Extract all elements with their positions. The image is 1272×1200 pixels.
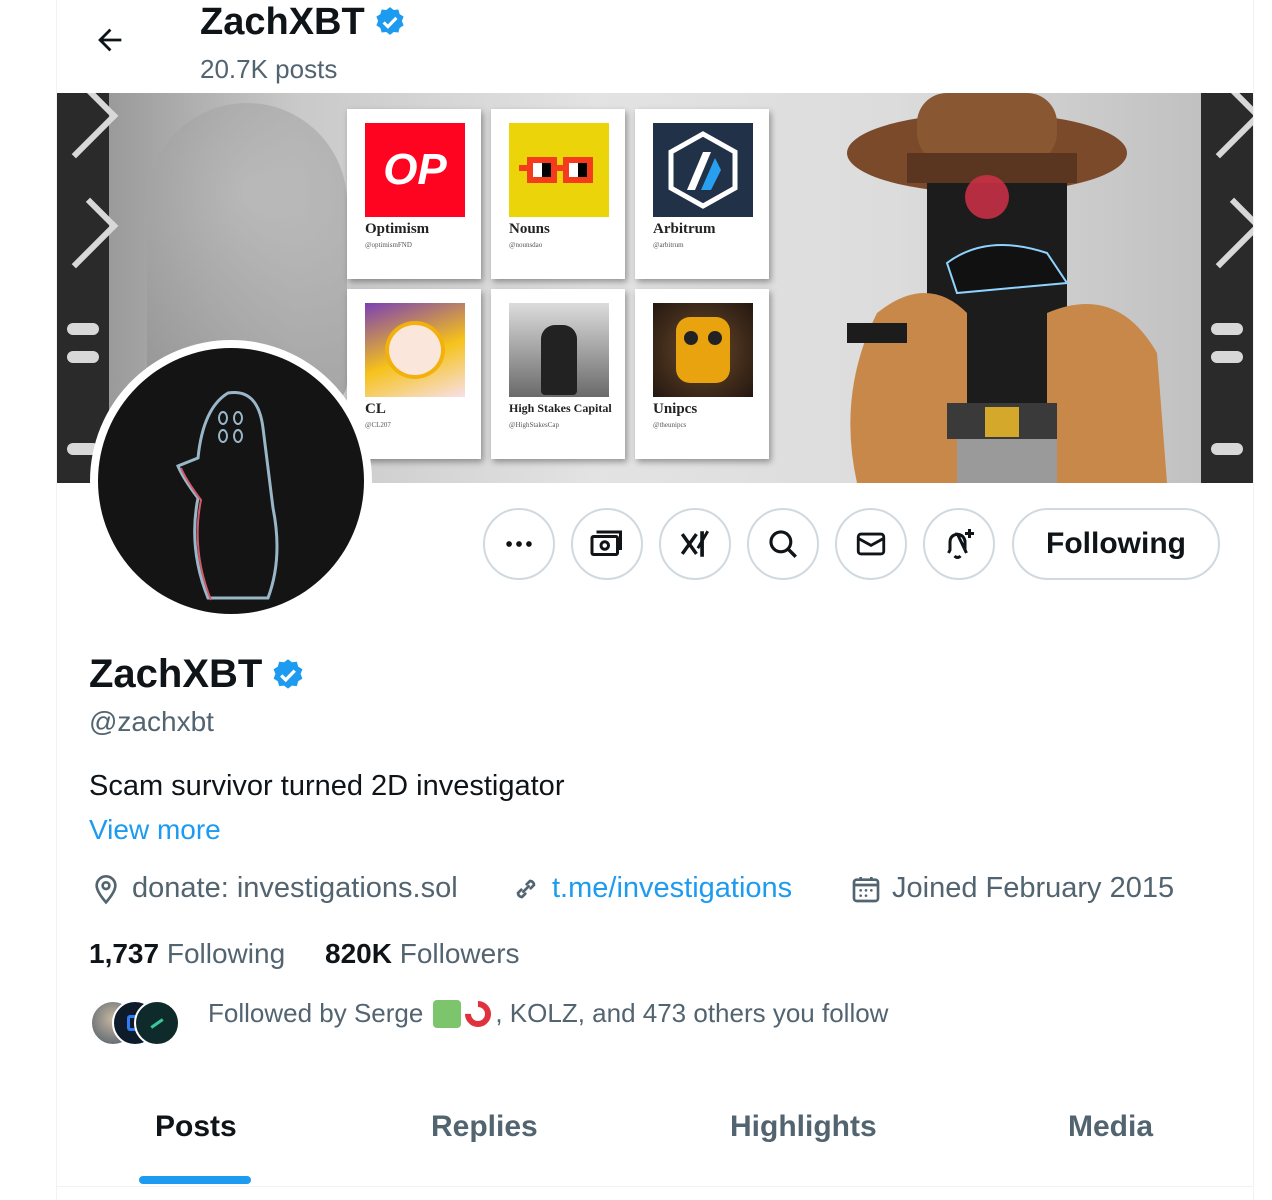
link-icon xyxy=(516,879,536,898)
followers-stat[interactable]: 820K Followers xyxy=(325,938,520,970)
profile-website[interactable]: t.me/investigations xyxy=(510,872,792,905)
nouns-logo xyxy=(509,123,609,217)
message-icon xyxy=(856,532,886,556)
optimism-logo: OP xyxy=(365,123,465,217)
header-title: ZachXBT xyxy=(200,0,407,44)
banner-card-arbitrum: Arbitrum @arbitrum xyxy=(635,109,769,279)
banner-card-cl: CL @CL207 xyxy=(347,289,481,459)
grok-button[interactable] xyxy=(659,508,731,580)
banner-card-optimism: OP Optimism @optimismFND xyxy=(347,109,481,279)
following-stat[interactable]: 1,737 Following xyxy=(89,938,285,970)
tip-button[interactable] xyxy=(571,508,643,580)
following-count: 1,737 xyxy=(89,938,160,969)
tab-replies[interactable]: Replies xyxy=(431,1110,538,1144)
more-button[interactable] xyxy=(483,508,555,580)
grok-icon xyxy=(680,530,709,557)
highstakes-photo xyxy=(509,303,609,397)
profile-avatar[interactable] xyxy=(90,340,372,622)
profile-joined: Joined February 2015 xyxy=(850,872,1174,905)
message-button[interactable] xyxy=(835,508,907,580)
followed-by-avatars[interactable] xyxy=(90,1000,190,1046)
notify-button[interactable] xyxy=(923,508,995,580)
penguin-ghost-avatar-art xyxy=(176,390,279,601)
follower-avatar xyxy=(134,1000,180,1046)
banner-right-strip xyxy=(1191,93,1253,483)
search-icon xyxy=(769,530,797,558)
location-text: donate: investigations.sol xyxy=(132,872,458,904)
banner-detective-character xyxy=(847,93,1167,483)
verified-badge-icon[interactable] xyxy=(270,657,306,693)
chart-emoji-icon xyxy=(433,999,462,1028)
banner-card-unipcs: Unipcs @theunipcs xyxy=(635,289,769,459)
profile-location: donate: investigations.sol xyxy=(90,872,458,905)
followers-count: 820K xyxy=(325,938,392,969)
header-name: ZachXBT xyxy=(200,1,365,43)
banner-card-nouns: Nouns @nounsdao xyxy=(491,109,625,279)
followed-by-prefix: Followed by Serge xyxy=(208,998,424,1028)
post-count: 20.7K posts xyxy=(200,54,338,84)
tab-posts[interactable]: Posts xyxy=(155,1110,237,1144)
tip-money-icon xyxy=(590,530,622,556)
joined-text: Joined February 2015 xyxy=(892,872,1175,904)
more-icon xyxy=(506,541,532,547)
display-name: ZachXBT xyxy=(89,652,263,696)
search-profile-button[interactable] xyxy=(747,508,819,580)
following-button[interactable]: Following xyxy=(1012,508,1220,580)
calendar-icon xyxy=(852,876,880,902)
cl-avatar-art xyxy=(365,303,465,397)
profile-name: ZachXBT xyxy=(89,652,306,697)
verified-badge-icon xyxy=(376,7,404,35)
followed-by-text[interactable]: Followed by Serge , KOLZ, and 473 others… xyxy=(208,995,889,1032)
following-label: Following xyxy=(166,938,286,969)
profile-handle: @zachxbt xyxy=(89,706,214,737)
tab-media[interactable]: Media xyxy=(1068,1110,1153,1144)
active-tab-indicator xyxy=(139,1176,251,1184)
notify-bell-icon xyxy=(947,529,974,559)
location-pin-icon xyxy=(95,874,117,904)
followers-label: Followers xyxy=(399,938,520,969)
banner-card-highstakes: High Stakes Capital @HighStakesCap xyxy=(491,289,625,459)
magnet-emoji-icon xyxy=(459,995,497,1032)
tabs-divider xyxy=(57,1186,1253,1187)
view-more-link[interactable]: View more xyxy=(89,814,221,846)
followed-by-suffix: , KOLZ, and 473 others you follow xyxy=(495,998,889,1028)
arbitrum-logo xyxy=(653,123,753,217)
tab-highlights[interactable]: Highlights xyxy=(730,1110,877,1144)
unipcs-robot-art xyxy=(653,303,753,397)
website-link[interactable]: t.me/investigations xyxy=(552,872,792,905)
back-button[interactable] xyxy=(86,16,134,64)
profile-bio: Scam survivor turned 2D investigator xyxy=(89,770,565,802)
back-arrow-icon xyxy=(98,28,122,52)
